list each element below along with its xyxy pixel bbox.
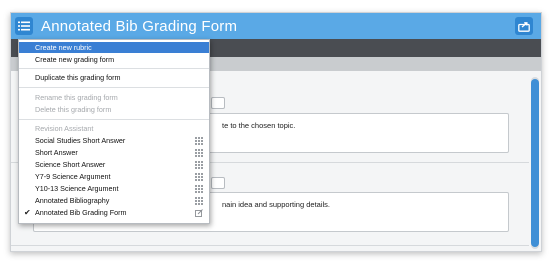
- grid-icon: [195, 137, 203, 145]
- criterion-text: te to the chosen topic.: [222, 121, 296, 130]
- menu-section-label: Revision Assistant: [35, 124, 94, 133]
- grid-icon: [195, 185, 203, 193]
- menu-item-label: Short Answer: [35, 148, 78, 157]
- title-bar: Annotated Bib Grading Form: [11, 13, 541, 39]
- menu-item-rubric[interactable]: Short Answer: [19, 147, 209, 158]
- menu-item-create-rubric[interactable]: Create new rubric: [19, 42, 209, 53]
- menu-section-header: Revision Assistant: [19, 123, 209, 134]
- menu-item-rename: Rename this grading form: [19, 92, 209, 103]
- menu-item-create-grading-form[interactable]: Create new grading form: [19, 54, 209, 65]
- menu-item-label: Social Studies Short Answer: [35, 136, 126, 145]
- section-divider: [11, 245, 529, 246]
- menu-item-rubric[interactable]: Annotated Bibliography: [19, 195, 209, 206]
- menu-item-label: Create new rubric: [35, 43, 92, 52]
- menu-item-label: Science Short Answer: [35, 160, 106, 169]
- check-icon: ✔: [24, 208, 31, 217]
- menu-item-label: Y7-9 Science Argument: [35, 172, 111, 181]
- criterion-text: nain idea and supporting details.: [222, 200, 330, 209]
- menu-item-rubric[interactable]: Social Studies Short Answer: [19, 135, 209, 146]
- grid-icon: [195, 197, 203, 205]
- list-menu-icon: [18, 21, 30, 31]
- menu-button[interactable]: [15, 17, 33, 35]
- menu-divider: [19, 68, 209, 69]
- grid-icon: [195, 173, 203, 181]
- menu-item-rubric[interactable]: Science Short Answer: [19, 159, 209, 170]
- scrollbar-thumb[interactable]: [531, 79, 539, 247]
- menu-item-label: Rename this grading form: [35, 93, 118, 102]
- menu-item-label: Annotated Bib Grading Form: [35, 208, 127, 217]
- page-title: Annotated Bib Grading Form: [41, 18, 238, 35]
- score-input[interactable]: [211, 97, 225, 109]
- menu-item-duplicate[interactable]: Duplicate this grading form: [19, 72, 209, 83]
- menu-item-delete: Delete this grading form: [19, 104, 209, 115]
- menu-item-rubric[interactable]: Y7-9 Science Argument: [19, 171, 209, 182]
- menu-item-label: Annotated Bibliography: [35, 196, 110, 205]
- menu-item-label: Create new grading form: [35, 55, 115, 64]
- grid-icon: [195, 149, 203, 157]
- export-icon: [518, 21, 530, 32]
- grading-form-menu: Create new rubric Create new grading for…: [18, 39, 210, 224]
- menu-item-rubric[interactable]: Y10-13 Science Argument: [19, 183, 209, 194]
- menu-item-current-form[interactable]: ✔ Annotated Bib Grading Form: [19, 207, 209, 218]
- score-input[interactable]: [211, 177, 225, 189]
- export-button[interactable]: [515, 17, 533, 35]
- menu-item-label: Y10-13 Science Argument: [35, 184, 119, 193]
- grid-icon: [195, 161, 203, 169]
- menu-item-label: Delete this grading form: [35, 105, 112, 114]
- menu-divider: [19, 87, 209, 88]
- menu-divider: [19, 119, 209, 120]
- edit-icon[interactable]: [195, 209, 203, 217]
- menu-item-label: Duplicate this grading form: [35, 73, 121, 82]
